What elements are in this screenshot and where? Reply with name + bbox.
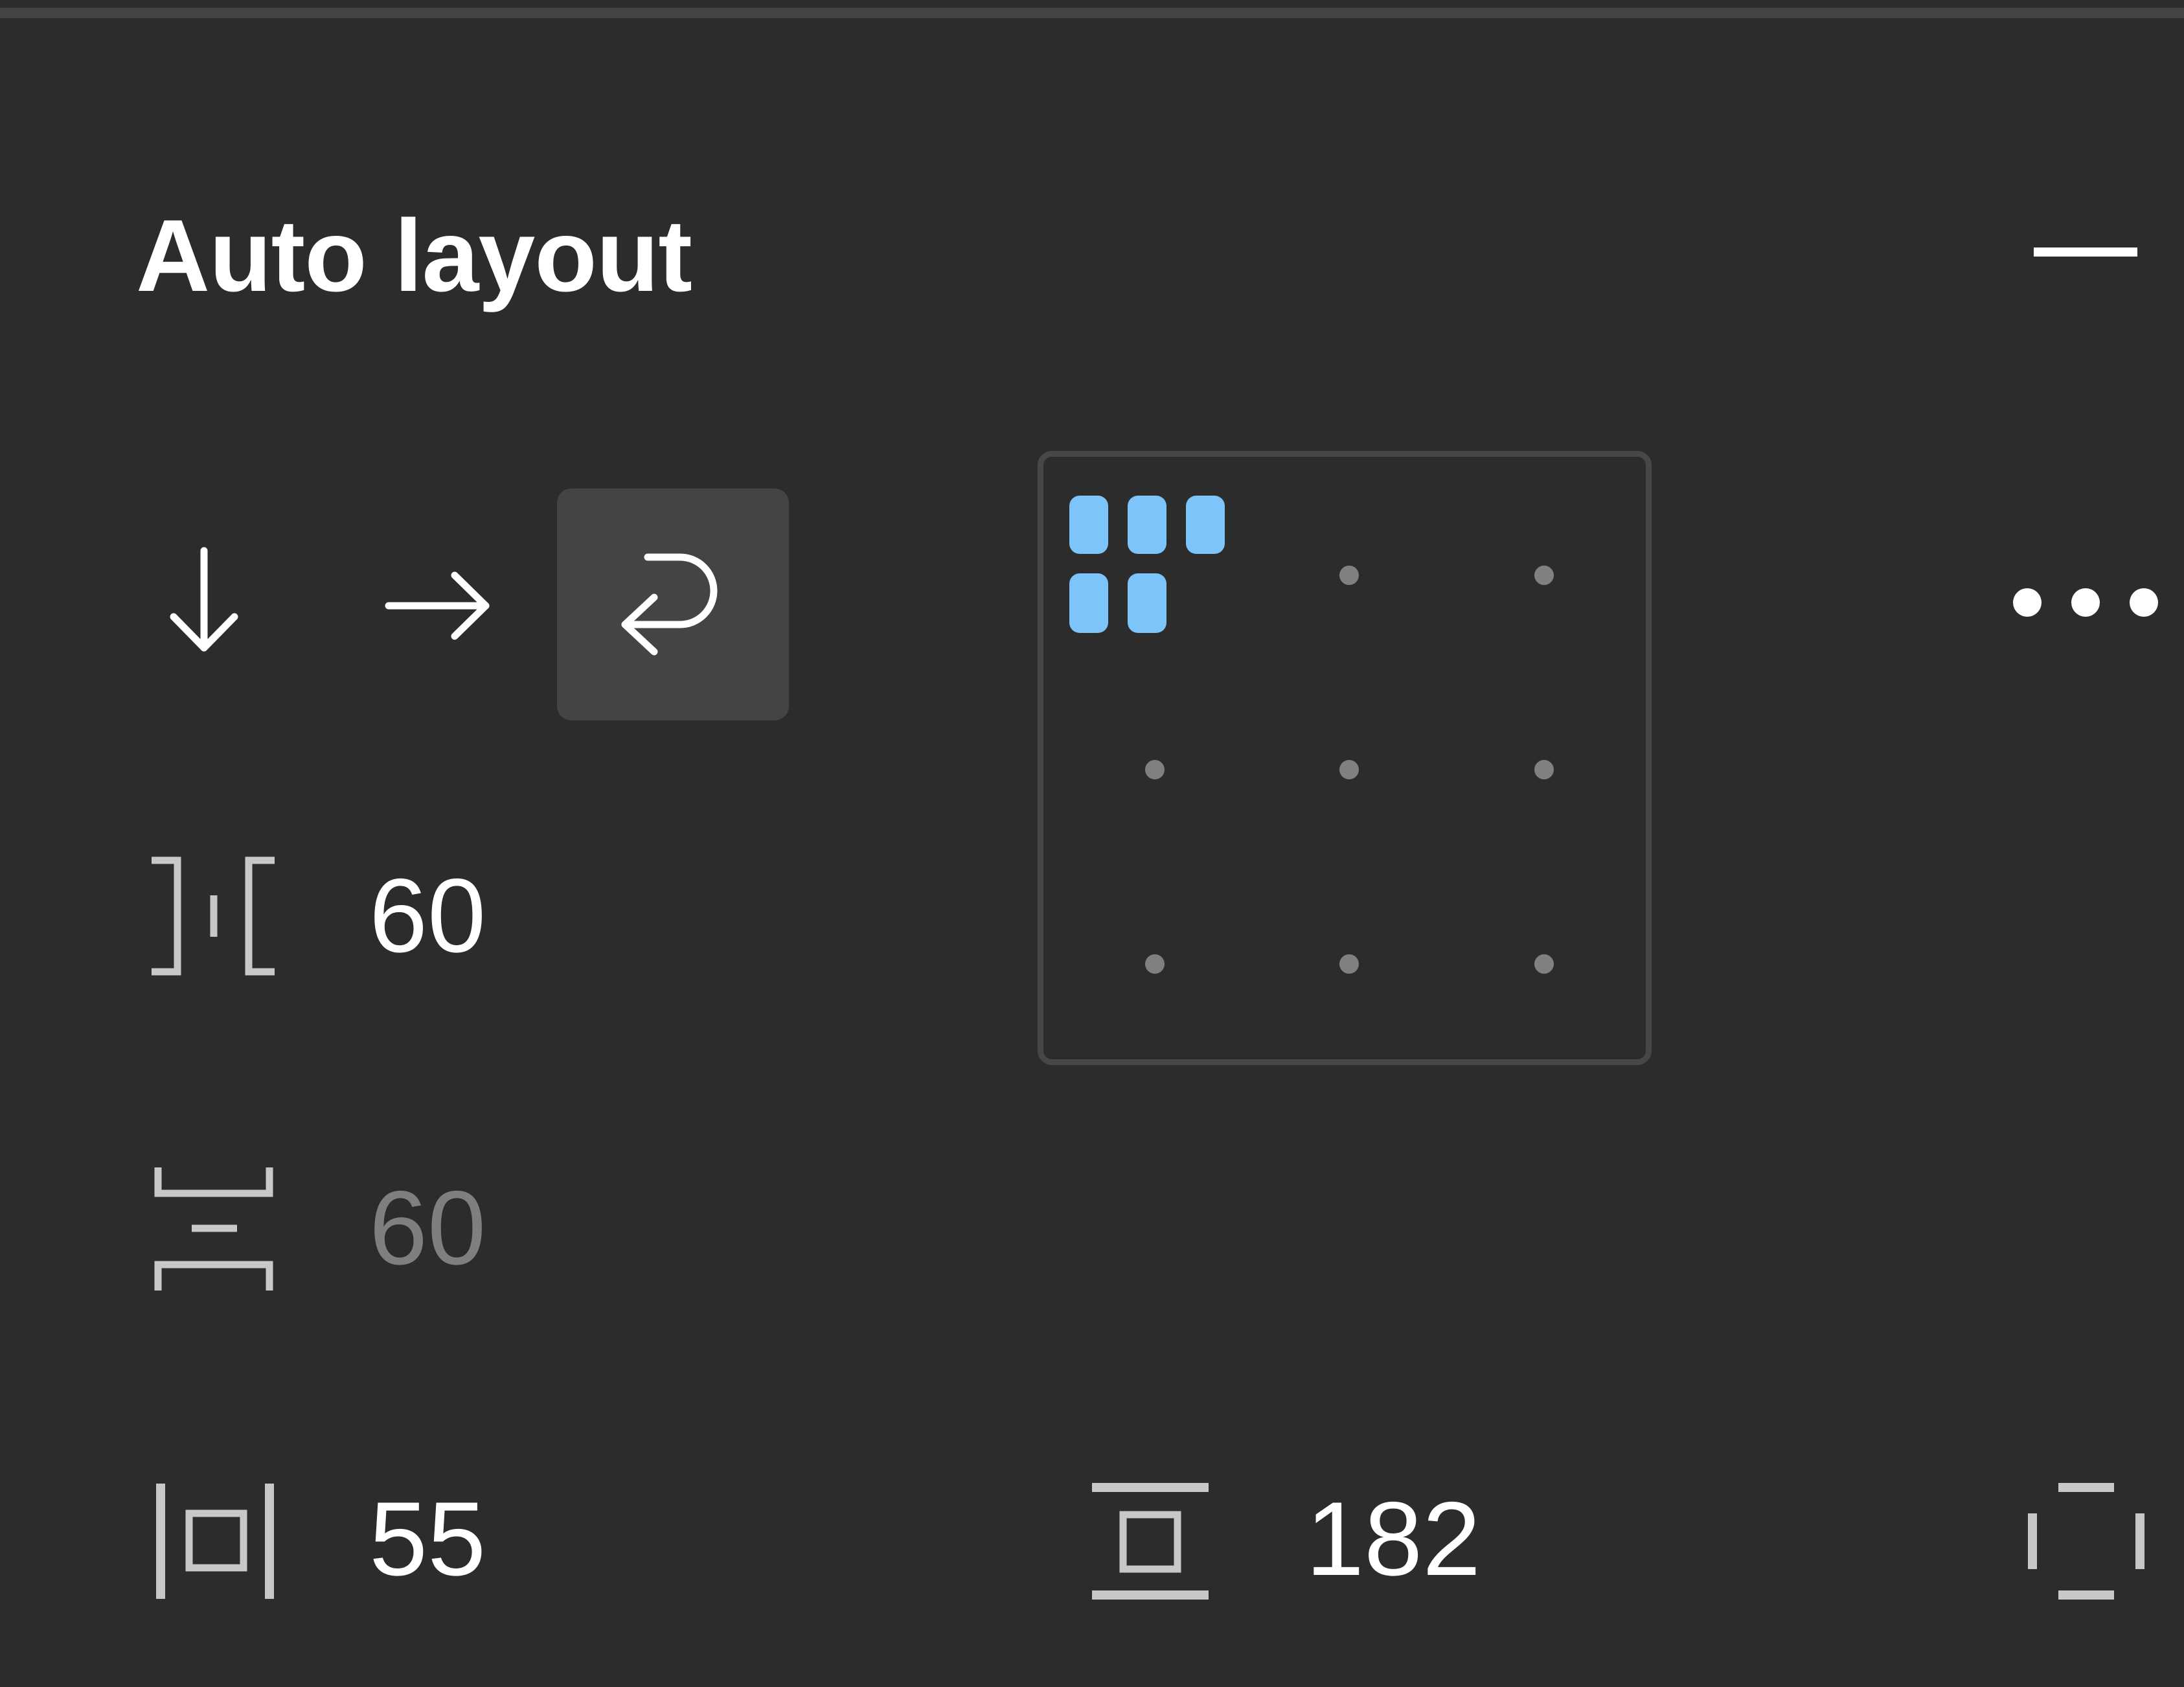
alignment-cell-bottom-left[interactable]: [1145, 954, 1165, 974]
alignment-bar: [1069, 573, 1108, 633]
horizontal-padding-icon: [156, 1484, 274, 1599]
alignment-grid[interactable]: [1038, 451, 1652, 1065]
alignment-cell-bottom-right[interactable]: [1534, 954, 1554, 974]
alignment-cell-top-center[interactable]: [1339, 566, 1359, 585]
vertical-gap-input[interactable]: 60: [369, 1170, 486, 1287]
vertical-padding-input[interactable]: 182: [1306, 1481, 1481, 1598]
arrow-down-icon[interactable]: [162, 544, 246, 661]
alignment-bar: [1069, 496, 1108, 554]
alignment-cell-top-left[interactable]: [1069, 496, 1225, 638]
alignment-bar: [1128, 496, 1166, 554]
alignment-cell-top-right[interactable]: [1534, 566, 1554, 585]
alignment-cell-middle-right[interactable]: [1534, 760, 1554, 779]
vertical-padding-icon: [1092, 1483, 1209, 1600]
horizontal-gap-input[interactable]: 60: [369, 858, 486, 974]
individual-padding-icon[interactable]: [2025, 1480, 2148, 1603]
alignment-cell-bottom-center[interactable]: [1339, 954, 1359, 974]
more-dots-icon[interactable]: [2008, 583, 2163, 622]
alignment-cell-middle-left[interactable]: [1145, 760, 1165, 779]
horizontal-padding-input[interactable]: 55: [369, 1481, 486, 1598]
alignment-bar: [1186, 496, 1225, 554]
vertical-gap-icon: [154, 1167, 273, 1291]
horizontal-gap-icon: [152, 856, 275, 976]
arrow-right-icon[interactable]: [382, 564, 499, 648]
wrap-arrow-icon: [621, 553, 718, 656]
alignment-bar: [1128, 573, 1166, 633]
top-divider: [0, 8, 2184, 18]
alignment-cell-middle-center[interactable]: [1339, 760, 1359, 779]
minus-icon[interactable]: [2027, 240, 2144, 266]
panel-title: Auto layout: [136, 199, 692, 313]
